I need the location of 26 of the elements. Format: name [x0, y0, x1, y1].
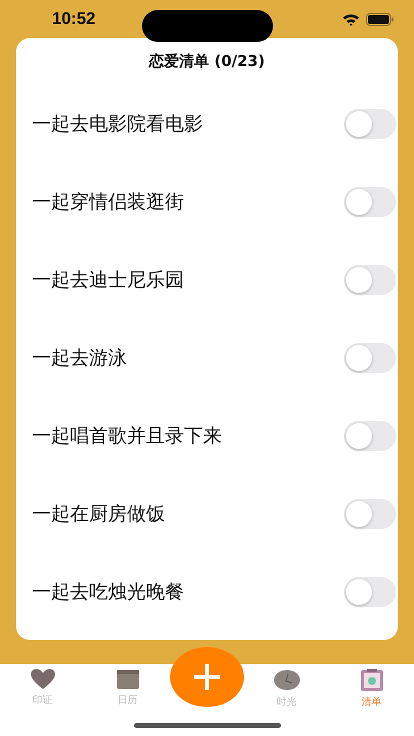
item-label: 一起去游泳: [32, 346, 127, 371]
item-label: 一起去吃烛光晚餐: [32, 580, 184, 605]
toggle-switch[interactable]: [344, 499, 396, 529]
clock-time: 10:52: [52, 9, 96, 29]
toggle-switch[interactable]: [344, 421, 396, 451]
toggle-switch[interactable]: [344, 343, 396, 373]
list-title: 恋爱清单 (0/23): [149, 52, 265, 71]
item-label: 一起在厨房做饭: [32, 502, 165, 527]
tab[interactable]: 时光: [244, 664, 329, 736]
plus-icon: [192, 662, 222, 692]
battery-icon: [366, 12, 394, 26]
item-label: 一起唱首歌并且录下来: [32, 424, 222, 449]
calendar-icon: [116, 668, 140, 690]
toggle-switch[interactable]: [344, 187, 396, 217]
item-label: 一起穿情侣装逛街: [32, 190, 184, 215]
toggle-switch[interactable]: [344, 109, 396, 139]
heart-icon: [30, 668, 56, 690]
tab[interactable]: 印证: [0, 664, 85, 736]
tab[interactable]: 清单: [329, 664, 414, 736]
toggle-switch[interactable]: [344, 265, 396, 295]
item-label: 一起去迪士尼乐园: [32, 268, 184, 293]
toggle-switch[interactable]: [344, 577, 396, 607]
clock-icon: [272, 668, 300, 692]
wifi-icon: [342, 12, 360, 26]
checklist-icon: [360, 668, 384, 692]
item-label: 一起去电影院看电影: [32, 112, 203, 137]
